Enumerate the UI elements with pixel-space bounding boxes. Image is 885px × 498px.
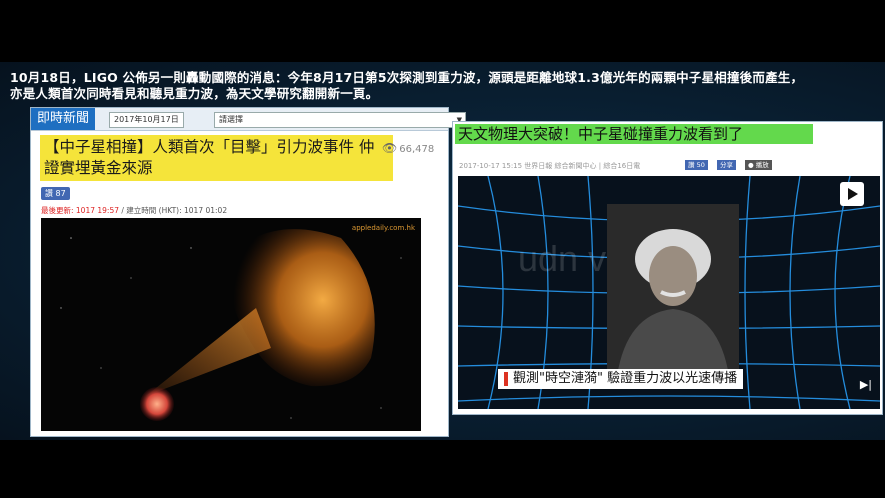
letterbox-bottom — [0, 440, 885, 498]
video-caption: 觀測"時空漣漪" 驗證重力波以光速傳播 — [498, 369, 744, 389]
facebook-like-button[interactable]: 讚 87 — [41, 187, 70, 200]
neutron-star-illustration: appledaily.com.hk — [41, 218, 421, 431]
article-title-right: 天文物理大突破！中子星碰撞重力波看到了 — [455, 124, 813, 144]
caption-text: 觀測"時空漣漪" 驗證重力波以光速傳播 — [513, 371, 738, 386]
image-watermark: appledaily.com.hk — [351, 224, 415, 232]
created-time: / 建立時間 (HKT): 1017 01:02 — [121, 206, 228, 215]
share-button[interactable]: 分享 — [717, 160, 736, 170]
next-icon[interactable]: ▶| — [860, 378, 872, 391]
news-nav-bar: 即時新聞 2017年10月17日 請選擇 ▼ — [31, 108, 466, 131]
caption-marker — [504, 371, 508, 386]
headline-line-2: 亦是人類首次同時看見和聽見重力波，為天文學研究翻開新一頁。 — [10, 86, 379, 101]
date-field[interactable]: 2017年10月17日 — [109, 112, 184, 128]
view-count: 👁 66,478 — [382, 141, 434, 155]
view-count-value: 66,478 — [399, 144, 435, 155]
video-player[interactable]: udn video 觀測"時空漣漪" 驗證重力波以光速傳播 ▶| — [458, 176, 880, 409]
udn-article: 天文物理大突破！中子星碰撞重力波看到了 2017-10-17 15:15 世界日… — [452, 121, 883, 415]
brand-instant-news[interactable]: 即時新聞 — [31, 108, 96, 130]
slide-headline: 10月18日，LIGO 公佈另一則轟動國際的消息：今年8月17日第5次探測到重力… — [10, 70, 880, 102]
article-title: 【中子星相撞】人類首次「目擊」引力波事件 仲證實埋黃金來源 — [40, 135, 393, 181]
letterbox-top — [0, 0, 885, 62]
neutron-star-image — [41, 218, 421, 431]
play-button[interactable]: ● 播放 — [745, 160, 772, 170]
headline-line-1: 10月18日，LIGO 公佈另一則轟動國際的消息：今年8月17日第5次探測到重力… — [10, 70, 804, 85]
like-button[interactable]: 讚 50 — [685, 160, 708, 170]
article-meta: 2017-10-17 15:15 世界日報 綜合新聞中心 | 綜合16日電 — [459, 162, 641, 170]
article-timestamps: 最後更新: 1017 19:57 / 建立時間 (HKT): 1017 01:0… — [41, 205, 227, 216]
last-updated: 最後更新: 1017 19:57 — [41, 206, 119, 215]
play-icon[interactable] — [840, 182, 864, 206]
select-value: 請選擇 — [219, 115, 243, 124]
apple-daily-article: 即時新聞 2017年10月17日 請選擇 ▼ 【中子星相撞】人類首次「目擊」引力… — [30, 107, 466, 437]
slide: 10月18日，LIGO 公佈另一則轟動國際的消息：今年8月17日第5次探測到重力… — [0, 0, 885, 498]
category-select[interactable]: 請選擇 ▼ — [214, 112, 466, 128]
einstein-photo — [607, 204, 739, 376]
eye-icon: 👁 — [382, 141, 398, 155]
